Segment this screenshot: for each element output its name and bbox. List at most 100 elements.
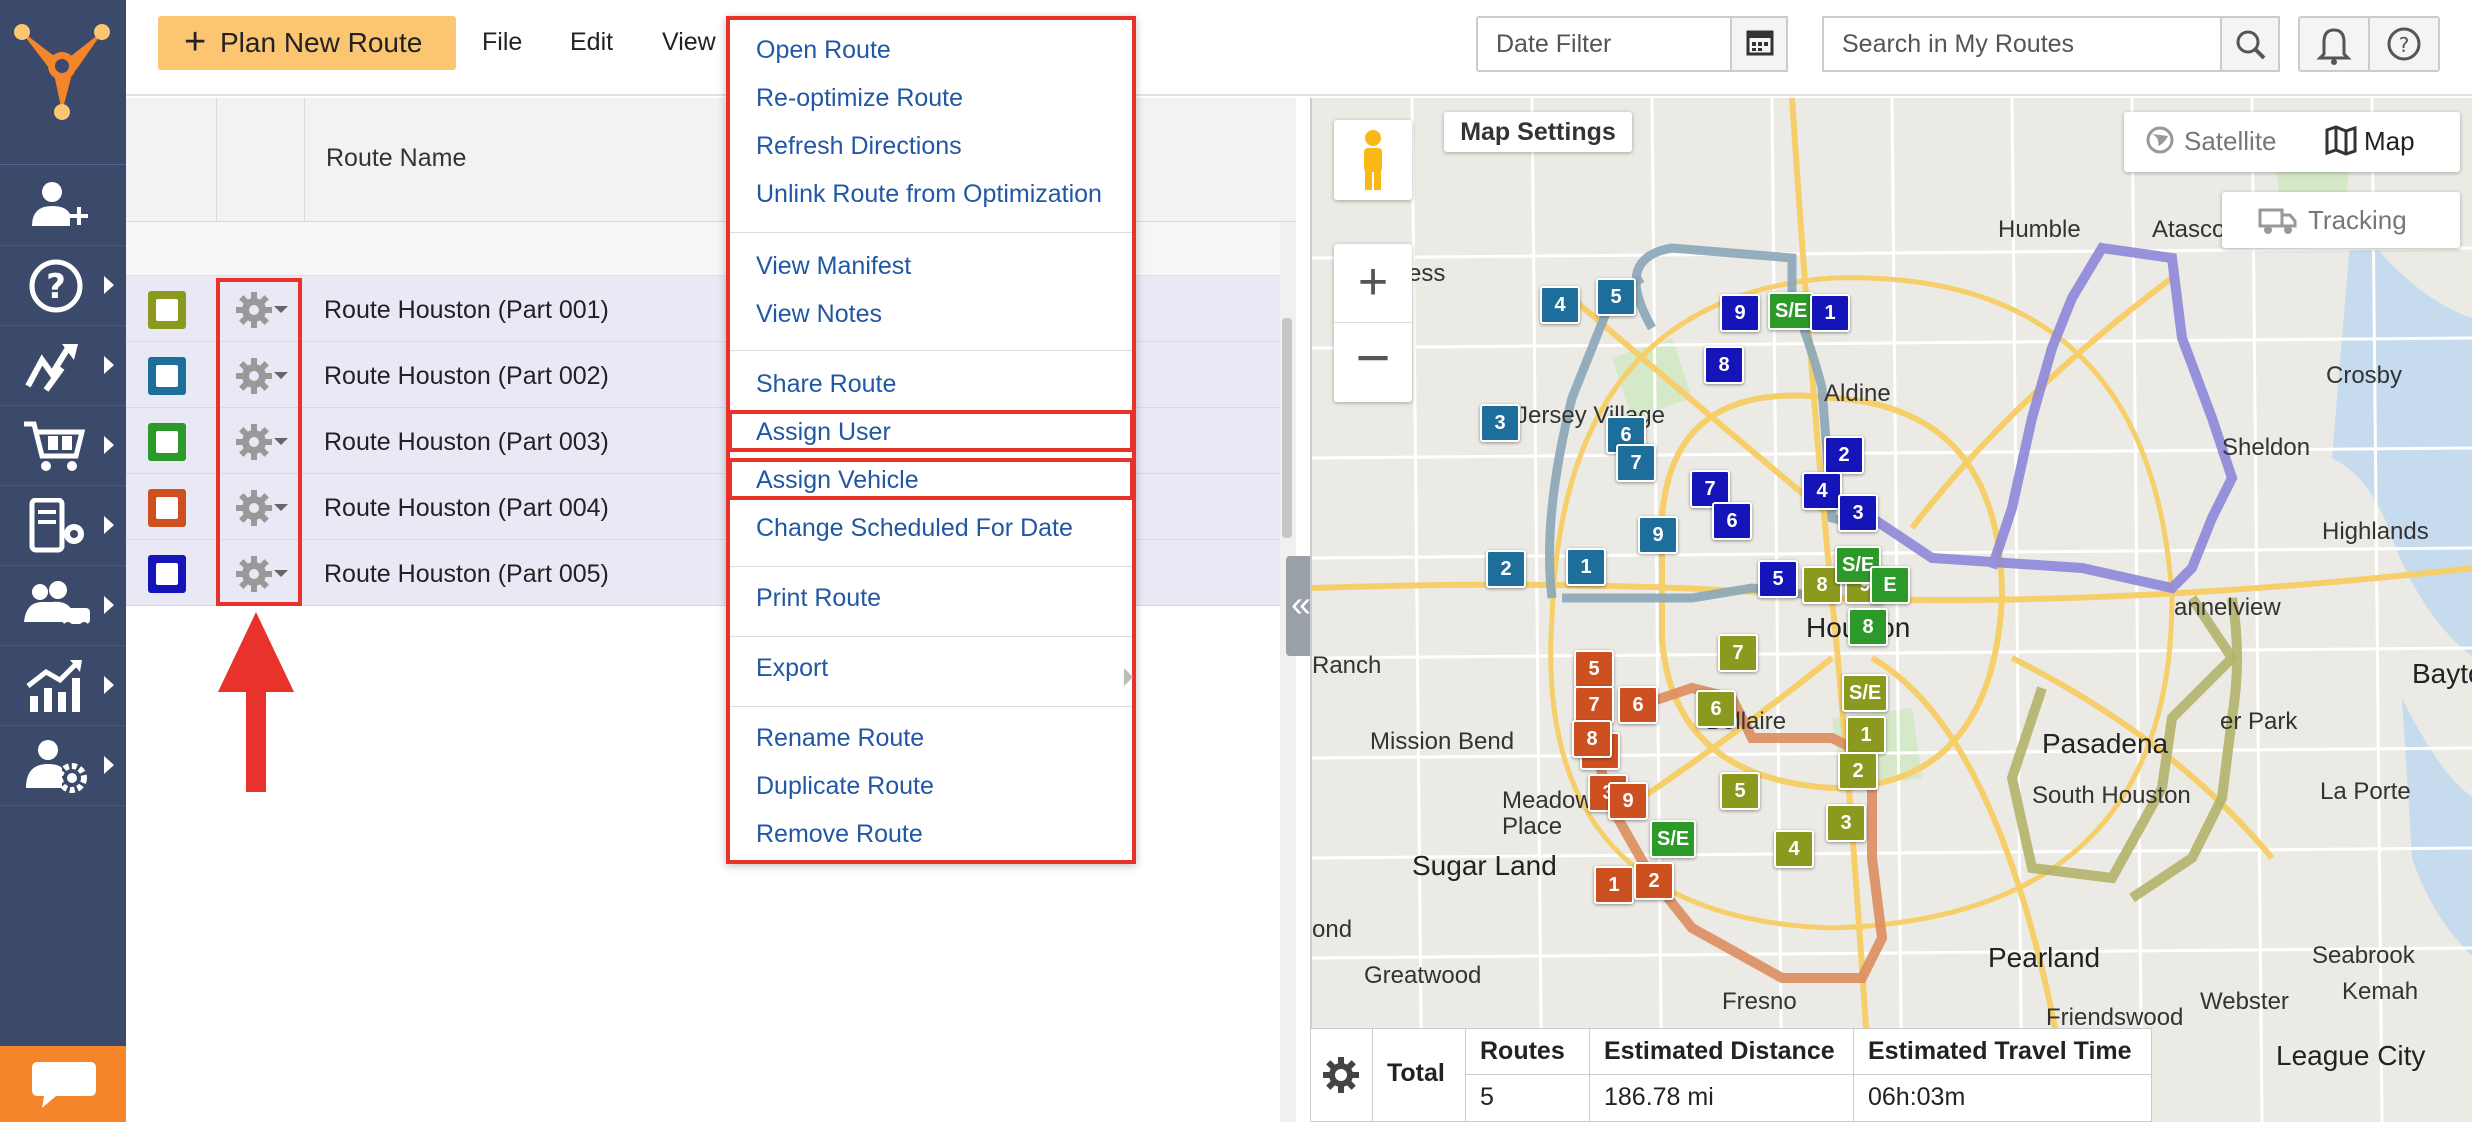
map-pin[interactable]: 1 xyxy=(1810,294,1850,332)
menu-item-reoptimize-route[interactable]: Re-optimize Route xyxy=(756,84,963,113)
map-pin[interactable]: 3 xyxy=(1838,494,1878,532)
menu-item-rename-route[interactable]: Rename Route xyxy=(756,724,924,753)
map-pin[interactable]: 6 xyxy=(1712,502,1752,540)
sidebar-item-tracking[interactable] xyxy=(0,486,126,566)
sidebar-item-help[interactable]: ? xyxy=(0,246,126,326)
map-pin[interactable]: 6 xyxy=(1618,686,1658,724)
totals-settings-button[interactable] xyxy=(1311,1029,1373,1121)
tracking-button[interactable]: Tracking xyxy=(2222,192,2460,248)
help-icon: ? xyxy=(2387,27,2421,61)
map-pin[interactable]: 5 xyxy=(1758,560,1798,598)
map-pin[interactable]: 3 xyxy=(1480,404,1520,442)
map-pin[interactable]: 2 xyxy=(1634,862,1674,900)
route-checkbox[interactable] xyxy=(148,555,186,593)
sidebar: ? xyxy=(0,0,126,1122)
route-checkbox[interactable] xyxy=(148,291,186,329)
column-separator xyxy=(216,98,217,222)
search-button[interactable] xyxy=(2220,16,2280,72)
map-button[interactable]: Map xyxy=(2324,125,2415,157)
menu-item-export[interactable]: Export xyxy=(756,654,828,683)
map-pin[interactable]: S/E xyxy=(1842,674,1889,712)
map-pin[interactable]: 1 xyxy=(1566,548,1606,586)
map-pin[interactable]: 7 xyxy=(1574,686,1614,724)
map-pin[interactable]: 8 xyxy=(1848,608,1888,646)
map-pin[interactable]: S/E xyxy=(1768,292,1815,330)
menu-item-assign-vehicle[interactable]: Assign Vehicle xyxy=(756,466,919,495)
menu-edit[interactable]: Edit xyxy=(570,28,613,57)
menu-item-change-scheduled-date[interactable]: Change Scheduled For Date xyxy=(756,514,1073,543)
map-pin[interactable]: 2 xyxy=(1486,550,1526,588)
map-label: La Porte xyxy=(2320,778,2411,805)
sidebar-item-user-settings[interactable] xyxy=(0,726,126,806)
help-button[interactable]: ? xyxy=(2368,16,2440,72)
map-pin[interactable]: 2 xyxy=(1824,436,1864,474)
map-pin[interactable]: 7 xyxy=(1718,634,1758,672)
map-pin[interactable]: 9 xyxy=(1720,294,1760,332)
route-checkbox[interactable] xyxy=(148,489,186,527)
menu-item-duplicate-route[interactable]: Duplicate Route xyxy=(756,772,934,801)
map-pin[interactable]: 7 xyxy=(1616,444,1656,482)
zoom-in-button[interactable]: + xyxy=(1334,244,1412,323)
map-label: Sugar Land xyxy=(1412,850,1557,881)
svg-text:?: ? xyxy=(46,267,66,307)
menu-item-assign-user[interactable]: Assign User xyxy=(756,418,891,447)
chat-button[interactable] xyxy=(0,1046,126,1122)
plus-icon: + xyxy=(184,21,207,63)
map-pin[interactable]: 9 xyxy=(1608,782,1648,820)
date-filter-input[interactable]: Date Filter xyxy=(1476,16,1732,72)
menu-item-open-route[interactable]: Open Route xyxy=(756,36,891,65)
map-pin[interactable]: 1 xyxy=(1594,866,1634,904)
menu-item-remove-route[interactable]: Remove Route xyxy=(756,820,923,849)
street-view-pegman[interactable] xyxy=(1334,120,1412,200)
map-pin[interactable]: 4 xyxy=(1774,830,1814,868)
route-name: Route Houston (Part 002) xyxy=(324,362,609,390)
map-pin[interactable]: S/E xyxy=(1650,820,1697,858)
map-pin[interactable]: 8 xyxy=(1704,346,1744,384)
sidebar-item-add-user[interactable] xyxy=(0,166,126,246)
table-scrollbar[interactable] xyxy=(1280,222,1296,1122)
menu-item-view-notes[interactable]: View Notes xyxy=(756,300,882,329)
map-pin[interactable]: 5 xyxy=(1596,278,1636,316)
sidebar-item-analytics[interactable] xyxy=(0,646,126,726)
map-pin[interactable]: 6 xyxy=(1696,690,1736,728)
calendar-button[interactable] xyxy=(1730,16,1788,72)
map-pin[interactable]: 3 xyxy=(1826,804,1866,842)
menu-item-share-route[interactable]: Share Route xyxy=(756,370,896,399)
map-pin[interactable]: 4 xyxy=(1802,472,1842,510)
menu-item-print-route[interactable]: Print Route xyxy=(756,584,881,613)
map-label: South Houston xyxy=(2032,782,2191,809)
route-checkbox[interactable] xyxy=(148,423,186,461)
map-settings-button[interactable]: Map Settings xyxy=(1444,112,1632,152)
map-pin[interactable]: 5 xyxy=(1720,772,1760,810)
map-pin[interactable]: 5 xyxy=(1574,650,1614,688)
search-input[interactable]: Search in My Routes xyxy=(1822,16,2222,72)
map-pin[interactable]: 8 xyxy=(1572,720,1612,758)
menu-item-refresh-directions[interactable]: Refresh Directions xyxy=(756,132,962,161)
map-view[interactable]: Humble Atascocita Crosby Sheldon Highlan… xyxy=(1310,98,2472,1122)
map-pin[interactable]: 9 xyxy=(1638,516,1678,554)
menu-item-view-manifest[interactable]: View Manifest xyxy=(756,252,911,281)
map-pin[interactable]: 1 xyxy=(1846,716,1886,754)
menu-file[interactable]: File xyxy=(482,28,522,57)
scrollbar-thumb[interactable] xyxy=(1282,318,1292,538)
svg-text:?: ? xyxy=(2399,33,2410,57)
plan-new-route-button[interactable]: + Plan New Route xyxy=(158,16,456,70)
zoom-out-button[interactable]: − xyxy=(1334,323,1412,402)
menu-view[interactable]: View xyxy=(662,28,716,57)
sidebar-item-orders[interactable] xyxy=(0,406,126,486)
gear-column-highlight xyxy=(216,278,302,606)
sidebar-item-routes[interactable] xyxy=(0,326,126,406)
map-label: Baytow xyxy=(2412,658,2472,689)
search-icon xyxy=(2236,30,2266,60)
map-pin[interactable]: E xyxy=(1870,566,1910,604)
menu-divider xyxy=(730,706,1132,707)
sidebar-item-team[interactable] xyxy=(0,566,126,646)
route-checkbox[interactable] xyxy=(148,357,186,395)
menu-item-unlink-route[interactable]: Unlink Route from Optimization xyxy=(756,180,1102,209)
column-header-route-name[interactable]: Route Name xyxy=(326,144,466,173)
satellite-button[interactable]: Satellite xyxy=(2144,126,2277,157)
logo[interactable] xyxy=(0,0,126,165)
map-pin[interactable]: 4 xyxy=(1540,286,1580,324)
notifications-button[interactable] xyxy=(2298,16,2370,72)
map-pin[interactable]: 2 xyxy=(1838,752,1878,790)
